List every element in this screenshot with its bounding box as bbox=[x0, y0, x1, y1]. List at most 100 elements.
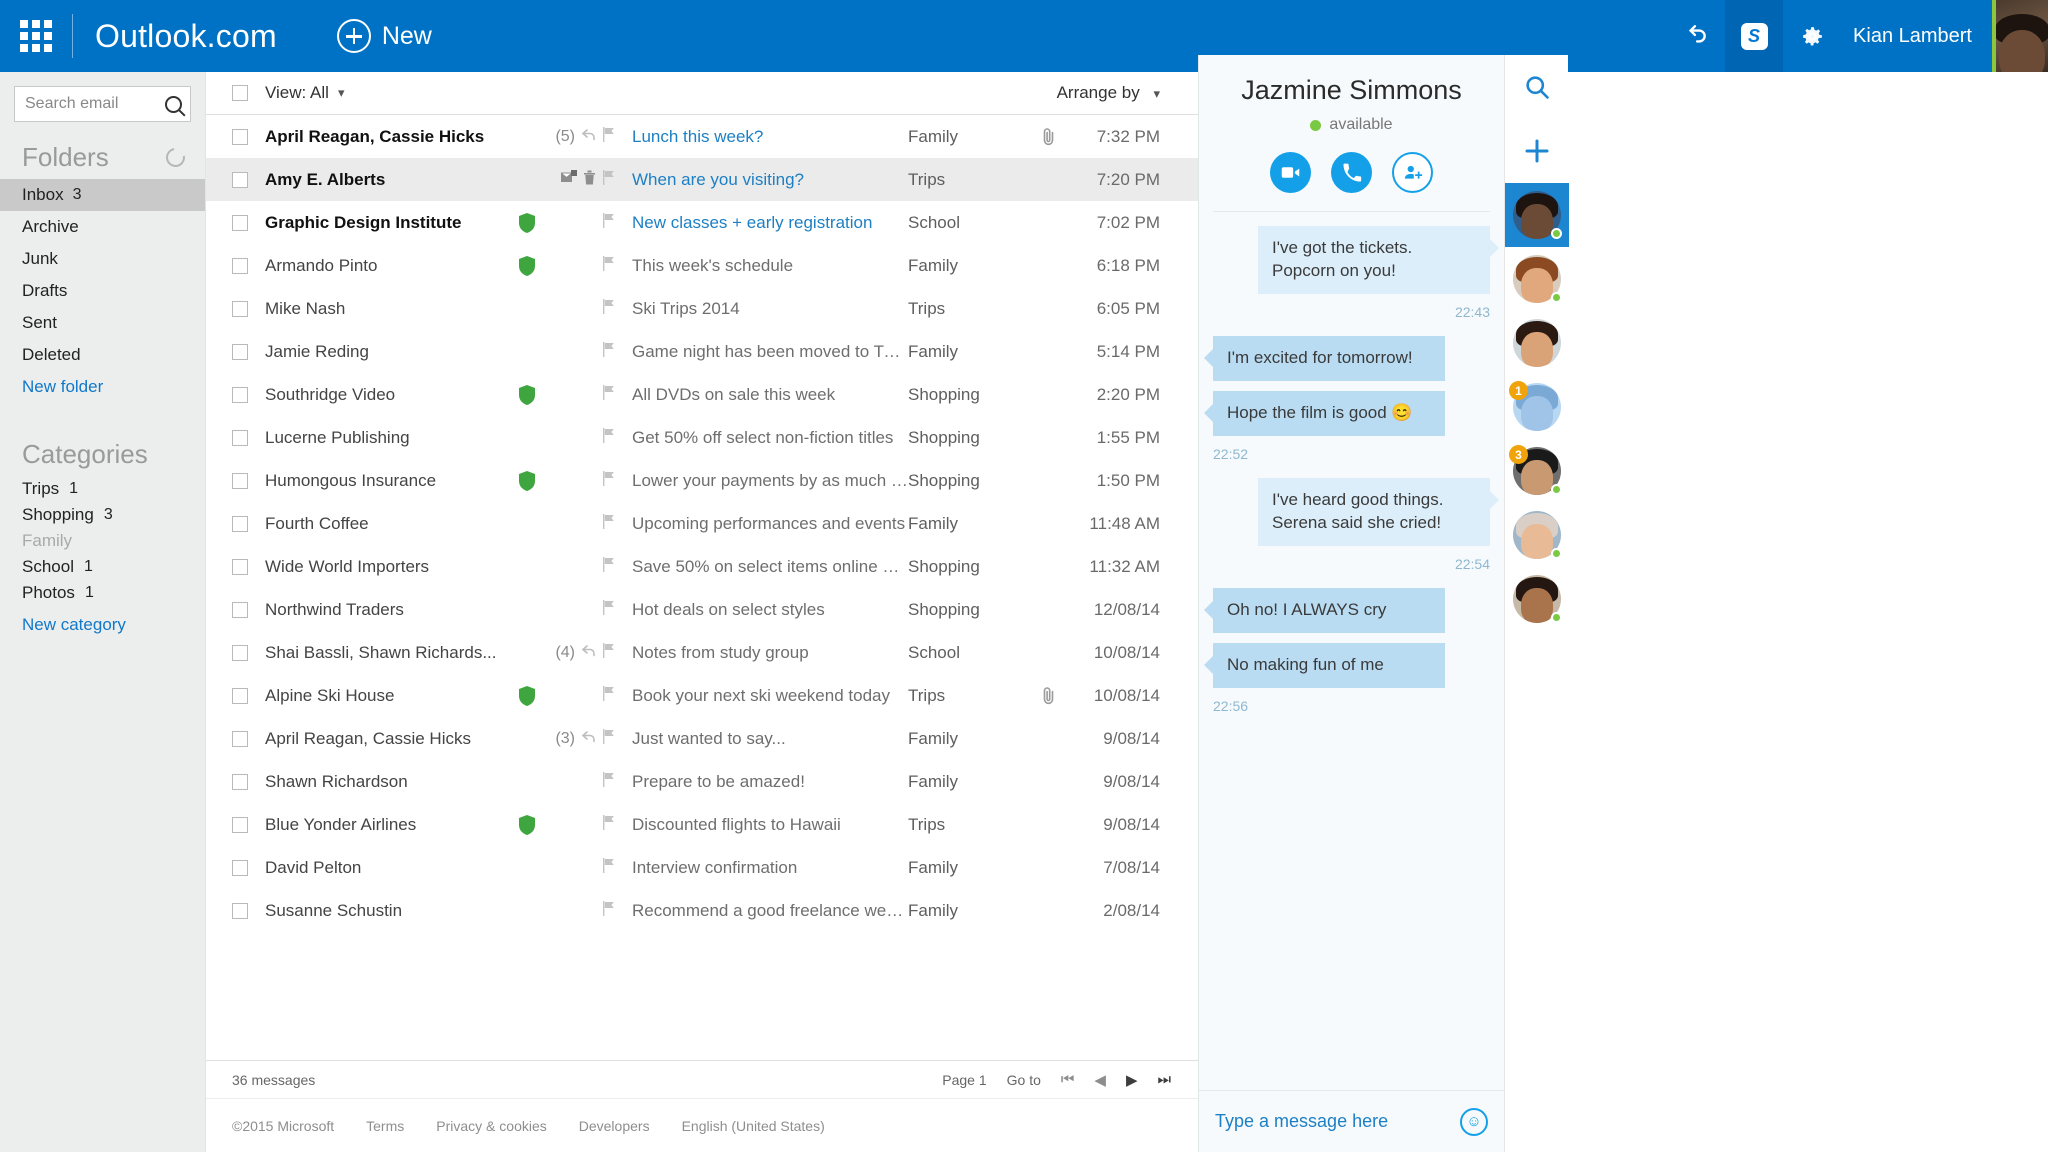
emoji-icon[interactable]: ☺ bbox=[1460, 1108, 1488, 1136]
user-name[interactable]: Kian Lambert bbox=[1841, 25, 1992, 48]
message-checkbox[interactable] bbox=[232, 731, 248, 747]
flag-icon[interactable] bbox=[602, 471, 615, 491]
message-row[interactable]: Fourth CoffeeUpcoming performances and e… bbox=[206, 502, 1198, 545]
message-subject[interactable]: Ski Trips 2014 bbox=[632, 299, 908, 319]
message-subject[interactable]: When are you visiting? bbox=[632, 170, 908, 190]
search-icon[interactable] bbox=[1505, 55, 1568, 119]
message-checkbox[interactable] bbox=[232, 258, 248, 274]
message-checkbox[interactable] bbox=[232, 688, 248, 704]
message-row[interactable]: Humongous InsuranceLower your payments b… bbox=[206, 459, 1198, 502]
message-checkbox[interactable] bbox=[232, 559, 248, 575]
flag-icon[interactable] bbox=[602, 600, 615, 620]
message-checkbox[interactable] bbox=[232, 817, 248, 833]
sidebar-folder-inbox[interactable]: Inbox3 bbox=[0, 179, 205, 211]
message-row[interactable]: Shawn RichardsonPrepare to be amazed!Fam… bbox=[206, 760, 1198, 803]
message-checkbox[interactable] bbox=[232, 774, 248, 790]
message-row[interactable]: Southridge VideoAll DVDs on sale this we… bbox=[206, 373, 1198, 416]
chat-input[interactable]: Type a message here bbox=[1215, 1111, 1450, 1132]
search-input[interactable] bbox=[25, 95, 165, 113]
app-launcher-icon[interactable] bbox=[0, 0, 72, 72]
sidebar-folder-deleted[interactable]: Deleted bbox=[0, 339, 205, 371]
message-checkbox[interactable] bbox=[232, 344, 248, 360]
message-subject[interactable]: Prepare to be amazed! bbox=[632, 772, 908, 792]
rail-contact-avatar[interactable] bbox=[1505, 183, 1569, 247]
flag-icon[interactable] bbox=[602, 514, 615, 534]
message-row[interactable]: Graphic Design InstituteNew classes + ea… bbox=[206, 201, 1198, 244]
search-icon[interactable] bbox=[165, 96, 182, 113]
message-subject[interactable]: Hot deals on select styles bbox=[632, 600, 908, 620]
arrange-by-button[interactable]: Arrange by ▾ bbox=[1057, 83, 1160, 103]
message-subject[interactable]: Recommend a good freelance web dev? bbox=[632, 901, 908, 921]
sidebar-category-trips[interactable]: Trips1 bbox=[0, 476, 205, 502]
message-subject[interactable]: Game night has been moved to Tuesday bbox=[632, 342, 908, 362]
go-to-button[interactable]: Go to bbox=[1007, 1072, 1041, 1088]
flag-icon[interactable] bbox=[602, 858, 615, 878]
message-row[interactable]: April Reagan, Cassie Hicks(5)Lunch this … bbox=[206, 115, 1198, 158]
new-category-button[interactable]: New category bbox=[0, 612, 205, 638]
sidebar-folder-drafts[interactable]: Drafts bbox=[0, 275, 205, 307]
message-row[interactable]: Jamie RedingGame night has been moved to… bbox=[206, 330, 1198, 373]
flag-icon[interactable] bbox=[602, 342, 615, 362]
message-subject[interactable]: New classes + early registration bbox=[632, 213, 908, 233]
message-row[interactable]: David PeltonInterview confirmationFamily… bbox=[206, 846, 1198, 889]
message-subject[interactable]: Upcoming performances and events bbox=[632, 514, 908, 534]
sidebar-category-photos[interactable]: Photos1 bbox=[0, 580, 205, 606]
flag-icon[interactable] bbox=[602, 901, 615, 921]
message-row[interactable]: Amy E. AlbertsWhen are you visiting?Trip… bbox=[206, 158, 1198, 201]
message-row[interactable]: April Reagan, Cassie Hicks(3)Just wanted… bbox=[206, 717, 1198, 760]
new-message-button[interactable]: New bbox=[337, 19, 432, 53]
developers-link[interactable]: Developers bbox=[579, 1118, 650, 1134]
message-subject[interactable]: Notes from study group bbox=[632, 643, 908, 663]
delete-icon[interactable] bbox=[583, 170, 596, 190]
message-checkbox[interactable] bbox=[232, 430, 248, 446]
message-checkbox[interactable] bbox=[232, 860, 248, 876]
language-link[interactable]: English (United States) bbox=[682, 1118, 825, 1134]
flag-icon[interactable] bbox=[602, 729, 615, 749]
flag-icon[interactable] bbox=[602, 299, 615, 319]
search-box[interactable] bbox=[14, 86, 191, 122]
add-contact-icon[interactable] bbox=[1505, 119, 1568, 183]
message-subject[interactable]: All DVDs on sale this week bbox=[632, 385, 908, 405]
message-row[interactable]: Blue Yonder AirlinesDiscounted flights t… bbox=[206, 803, 1198, 846]
message-checkbox[interactable] bbox=[232, 172, 248, 188]
message-row[interactable]: Susanne SchustinRecommend a good freelan… bbox=[206, 889, 1198, 932]
message-row[interactable]: Northwind TradersHot deals on select sty… bbox=[206, 588, 1198, 631]
video-call-icon[interactable] bbox=[1270, 152, 1311, 193]
message-row[interactable]: Mike NashSki Trips 2014Trips6:05 PM bbox=[206, 287, 1198, 330]
message-checkbox[interactable] bbox=[232, 301, 248, 317]
message-subject[interactable]: This week's schedule bbox=[632, 256, 908, 276]
message-row[interactable]: Armando PintoThis week's scheduleFamily6… bbox=[206, 244, 1198, 287]
sidebar-category-school[interactable]: School1 bbox=[0, 554, 205, 580]
terms-link[interactable]: Terms bbox=[366, 1118, 404, 1134]
message-checkbox[interactable] bbox=[232, 387, 248, 403]
flag-icon[interactable] bbox=[602, 385, 615, 405]
add-person-icon[interactable] bbox=[1392, 152, 1433, 193]
message-subject[interactable]: Lunch this week? bbox=[632, 127, 908, 147]
mark-unread-icon[interactable] bbox=[561, 170, 577, 190]
flag-icon[interactable] bbox=[602, 213, 615, 233]
message-subject[interactable]: Save 50% on select items online only bbox=[632, 557, 908, 577]
sidebar-folder-sent[interactable]: Sent bbox=[0, 307, 205, 339]
skype-icon[interactable]: S bbox=[1725, 0, 1783, 72]
message-subject[interactable]: Get 50% off select non-fiction titles bbox=[632, 428, 908, 448]
avatar[interactable] bbox=[1992, 0, 2048, 72]
flag-icon[interactable] bbox=[602, 815, 615, 835]
message-row[interactable]: Alpine Ski HouseBook your next ski weeke… bbox=[206, 674, 1198, 717]
rail-contact-avatar[interactable]: 3 bbox=[1505, 439, 1569, 503]
next-page-icon[interactable]: ▶ bbox=[1126, 1071, 1138, 1089]
flag-icon[interactable] bbox=[602, 686, 615, 706]
phone-call-icon[interactable] bbox=[1331, 152, 1372, 193]
message-checkbox[interactable] bbox=[232, 645, 248, 661]
view-filter-label[interactable]: View: All bbox=[265, 83, 329, 103]
message-checkbox[interactable] bbox=[232, 516, 248, 532]
message-subject[interactable]: Lower your payments by as much as $20/mo… bbox=[632, 471, 908, 491]
previous-page-icon[interactable]: ◀ bbox=[1094, 1071, 1106, 1089]
rail-contact-avatar[interactable] bbox=[1505, 567, 1569, 631]
message-row[interactable]: Lucerne PublishingGet 50% off select non… bbox=[206, 416, 1198, 459]
rail-contact-avatar[interactable] bbox=[1505, 503, 1569, 567]
rail-contact-avatar[interactable] bbox=[1505, 247, 1569, 311]
sidebar-folder-archive[interactable]: Archive bbox=[0, 211, 205, 243]
flag-icon[interactable] bbox=[602, 256, 615, 276]
message-subject[interactable]: Discounted flights to Hawaii bbox=[632, 815, 908, 835]
sidebar-category-family[interactable]: Family bbox=[0, 528, 205, 554]
